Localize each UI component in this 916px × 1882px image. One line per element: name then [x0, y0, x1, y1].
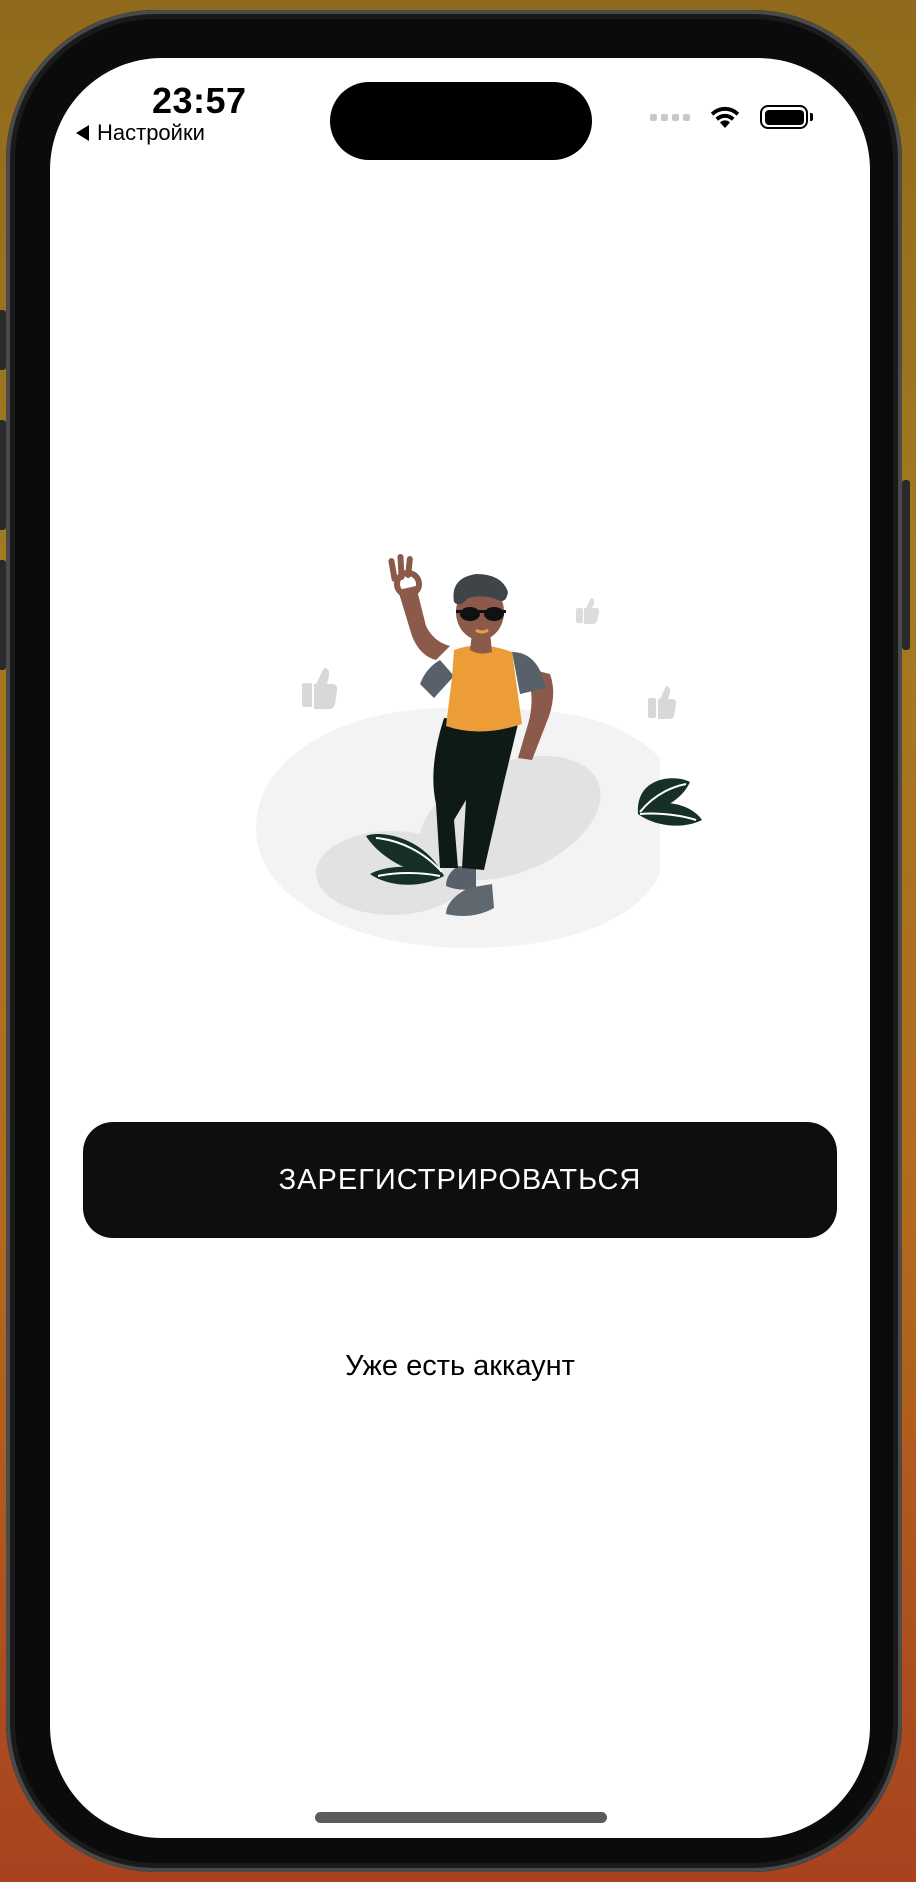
back-label: Настройки — [97, 120, 205, 145]
back-arrow-icon — [76, 125, 89, 141]
volume-down-button — [0, 560, 6, 670]
thumbs-up-icon — [576, 598, 600, 624]
cellular-signal-icon — [650, 113, 690, 121]
back-to-settings-link[interactable]: Настройки — [76, 120, 205, 146]
thumbs-up-icon — [648, 686, 677, 719]
right-sleeve — [512, 652, 546, 694]
action-button — [0, 310, 6, 370]
status-icons — [650, 104, 813, 130]
app-screen: 23:57 Настройки ЗАРЕГИСТРИРОВАТЬСЯ Уже е… — [50, 58, 870, 1838]
dynamic-island — [330, 82, 592, 160]
thumbs-up-icon — [302, 668, 338, 709]
status-time: 23:57 — [152, 80, 247, 121]
left-sleeve — [420, 660, 454, 698]
phone-frame: 23:57 Настройки ЗАРЕГИСТРИРОВАТЬСЯ Уже е… — [0, 10, 910, 1872]
home-indicator[interactable] — [315, 1812, 607, 1823]
power-button — [902, 480, 910, 650]
login-link[interactable]: Уже есть аккаунт — [50, 1350, 870, 1383]
register-button[interactable]: ЗАРЕГИСТРИРОВАТЬСЯ — [83, 1122, 837, 1238]
person-ok-gesture-illustration — [256, 554, 702, 948]
shirt — [446, 645, 522, 732]
wifi-icon — [710, 106, 740, 128]
battery-icon — [760, 105, 813, 129]
volume-up-button — [0, 420, 6, 530]
